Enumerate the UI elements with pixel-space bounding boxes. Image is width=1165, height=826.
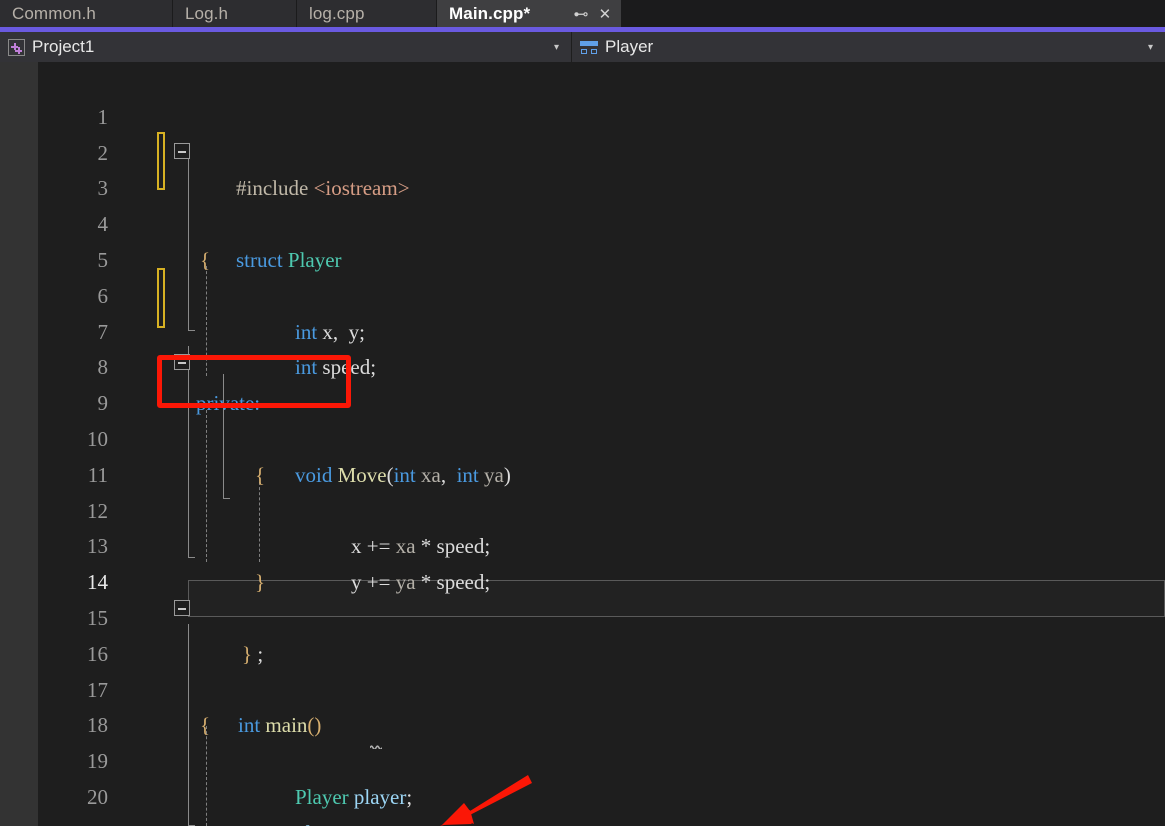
chevron-down-icon[interactable]: ▾ xyxy=(554,32,559,62)
code-line: 14 } ; xyxy=(0,529,1165,666)
struct-icon xyxy=(580,40,598,55)
code-line: 7 xyxy=(0,279,1165,344)
tab-main-cpp[interactable]: Main.cpp* ⊷ ✕ xyxy=(437,0,622,27)
code-line: 8 private: xyxy=(0,315,1165,415)
code-line: 22 xyxy=(0,816,1165,826)
chevron-down-icon[interactable]: ▾ xyxy=(1148,32,1153,62)
cpp-project-icon xyxy=(8,38,25,56)
editor-tab-strip: Common.h Log.h log.cpp Main.cpp* ⊷ ✕ xyxy=(0,0,1165,27)
tab-log-h[interactable]: Log.h xyxy=(173,0,297,27)
tab-common-h[interactable]: Common.h xyxy=(0,0,173,27)
annotation-arrow xyxy=(440,775,532,826)
code-line: 4 { xyxy=(0,171,1165,272)
tab-strip-filler xyxy=(622,0,1165,27)
code-line: 19 player.x = 5; xyxy=(0,708,1165,826)
code-line: 6 int speed; xyxy=(0,243,1165,380)
code-line: 18 Player player; xyxy=(0,673,1165,809)
pin-icon[interactable]: ⊷ xyxy=(571,4,591,24)
code-line: 11 x += xa * speed; xyxy=(0,422,1165,559)
code-line: 5 int x, y; xyxy=(0,207,1165,344)
code-line: 2 xyxy=(0,100,1165,165)
code-line: 15 xyxy=(0,565,1165,630)
project-selector-label: Project1 xyxy=(32,37,95,56)
code-line: 21 player.Move(-1, 1); xyxy=(0,780,1165,826)
code-line: 12 y += ya * speed; xyxy=(0,458,1165,595)
code-line: 17 { xyxy=(0,637,1165,738)
code-text-layer[interactable]: 1 #include <iostream> 2 3 struct Player … xyxy=(0,62,1165,826)
code-line: 1 #include <iostream> xyxy=(0,64,1165,201)
code-line: 13 } xyxy=(0,494,1165,594)
code-line: 20 player.y = 6; xyxy=(0,744,1165,809)
code-editor[interactable]: 1 #include <iostream> 2 3 struct Player … xyxy=(0,62,1165,826)
project-selector-dropdown[interactable]: Project1 ▾ xyxy=(0,32,572,62)
tab-log-cpp[interactable]: log.cpp xyxy=(297,0,437,27)
annotation-highlight-box xyxy=(157,355,351,408)
member-selector-label: Player xyxy=(605,37,654,56)
suggestion-squiggle-player xyxy=(370,745,382,749)
editor-navigation-bar: Project1 ▾ Player ▾ xyxy=(0,32,1165,62)
code-line: 16 int main() xyxy=(0,601,1165,738)
tab-label: Main.cpp* xyxy=(449,3,531,23)
tab-label: Common.h xyxy=(12,3,96,23)
code-line: 3 struct Player xyxy=(0,136,1165,272)
tab-label: log.cpp xyxy=(309,3,365,23)
close-icon[interactable]: ✕ xyxy=(595,4,615,24)
member-selector-dropdown[interactable]: Player ▾ xyxy=(572,32,1165,62)
tab-label: Log.h xyxy=(185,3,229,23)
